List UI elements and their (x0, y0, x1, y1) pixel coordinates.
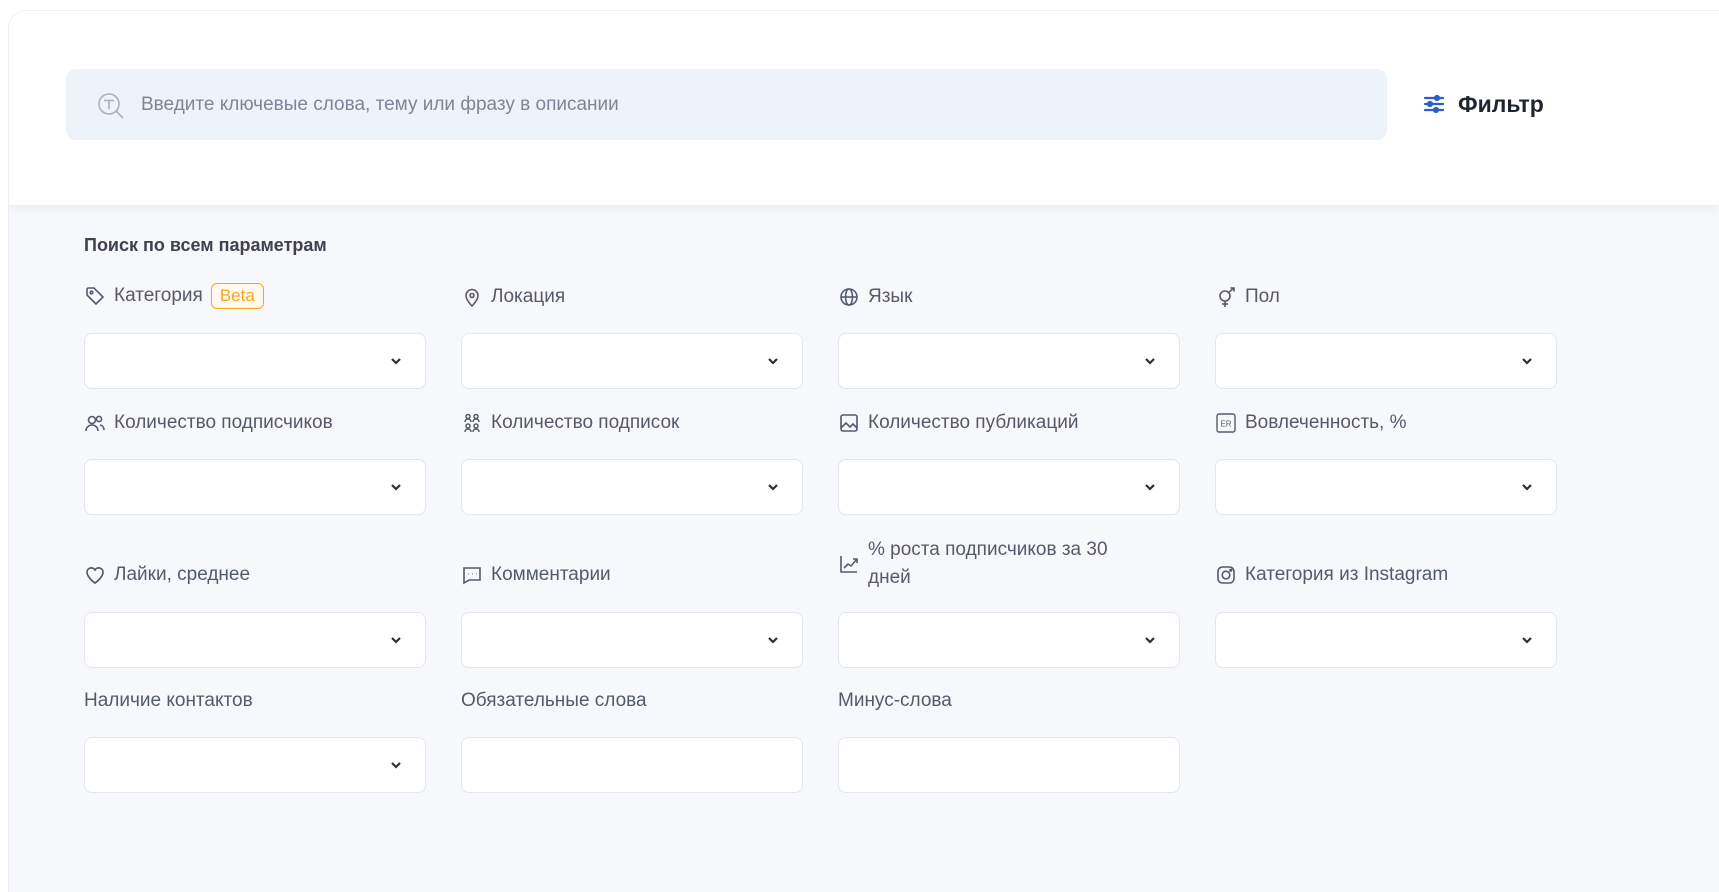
filter-button[interactable]: Фильтр (1422, 88, 1544, 120)
search-input[interactable] (141, 69, 1341, 140)
search-panel-frame: Фильтр Поиск по всем параметрам Категори… (8, 10, 1719, 892)
search-box[interactable] (66, 69, 1387, 140)
select-ig-category[interactable] (1215, 612, 1557, 668)
tag-icon (86, 287, 105, 306)
select-category[interactable] (84, 333, 426, 389)
select-language[interactable] (838, 333, 1180, 389)
globe-icon (840, 288, 858, 306)
field-label-language: Язык (838, 286, 912, 308)
gender-icon (1219, 287, 1235, 307)
growth-chart-icon (840, 556, 858, 573)
chevron-down-icon (1145, 358, 1155, 365)
field-label-growth: % роста подписчиков за 30 дней (838, 536, 1108, 592)
comment-icon (463, 567, 481, 585)
minus-words-input[interactable] (838, 737, 1180, 793)
field-label-posts: Количество публикаций (838, 412, 1078, 434)
chevron-down-icon (1145, 484, 1155, 491)
chevron-down-icon (391, 637, 401, 644)
field-label-following: Количество подписок (461, 412, 679, 434)
field-label-comments: Комментарии (461, 564, 611, 586)
chevron-down-icon (391, 762, 401, 769)
chevron-down-icon (391, 358, 401, 365)
field-label-required-words: Обязательные слова (461, 690, 647, 711)
select-comments[interactable] (461, 612, 803, 668)
chevron-down-icon (1522, 637, 1532, 644)
users-icon (85, 415, 105, 432)
search-icon (98, 93, 124, 119)
chevron-down-icon (768, 637, 778, 644)
chevron-down-icon (391, 484, 401, 491)
select-posts[interactable] (838, 459, 1180, 515)
field-label-category: Категория Beta (84, 283, 264, 309)
field-label-location: Локация (461, 286, 565, 308)
chevron-down-icon (768, 358, 778, 365)
people-group-icon (464, 413, 480, 433)
heart-icon (86, 567, 104, 585)
filter-label: Фильтр (1458, 90, 1544, 117)
field-label-followers: Количество подписчиков (84, 412, 333, 434)
instagram-icon (1217, 566, 1235, 584)
select-followers[interactable] (84, 459, 426, 515)
sliders-icon (1423, 94, 1445, 114)
field-label-minus-words: Минус-слова (838, 690, 952, 711)
field-label-ig-category: Категория из Instagram (1215, 564, 1448, 586)
select-location[interactable] (461, 333, 803, 389)
select-gender[interactable] (1215, 333, 1557, 389)
select-likes[interactable] (84, 612, 426, 668)
select-contacts[interactable] (84, 737, 426, 793)
select-growth[interactable] (838, 612, 1180, 668)
select-following[interactable] (461, 459, 803, 515)
field-label-likes: Лайки, среднее (84, 564, 250, 586)
location-pin-icon (465, 288, 479, 308)
chevron-down-icon (1522, 484, 1532, 491)
panel-title: Поиск по всем параметрам (84, 235, 327, 255)
search-header: Фильтр (9, 11, 1719, 205)
required-words-input[interactable] (461, 737, 803, 793)
field-label-gender: Пол (1215, 286, 1280, 308)
chevron-down-icon (768, 484, 778, 491)
chevron-down-icon (1522, 358, 1532, 365)
field-label-contacts: Наличие контактов (84, 690, 253, 711)
beta-badge: Beta (210, 283, 264, 309)
select-engagement[interactable] (1215, 459, 1557, 515)
svg-text:ER: ER (1220, 420, 1231, 429)
er-icon: ER (1216, 413, 1236, 433)
image-icon (840, 414, 858, 432)
field-label-engagement: ER Вовлеченность, % (1215, 412, 1407, 434)
chevron-down-icon (1145, 637, 1155, 644)
